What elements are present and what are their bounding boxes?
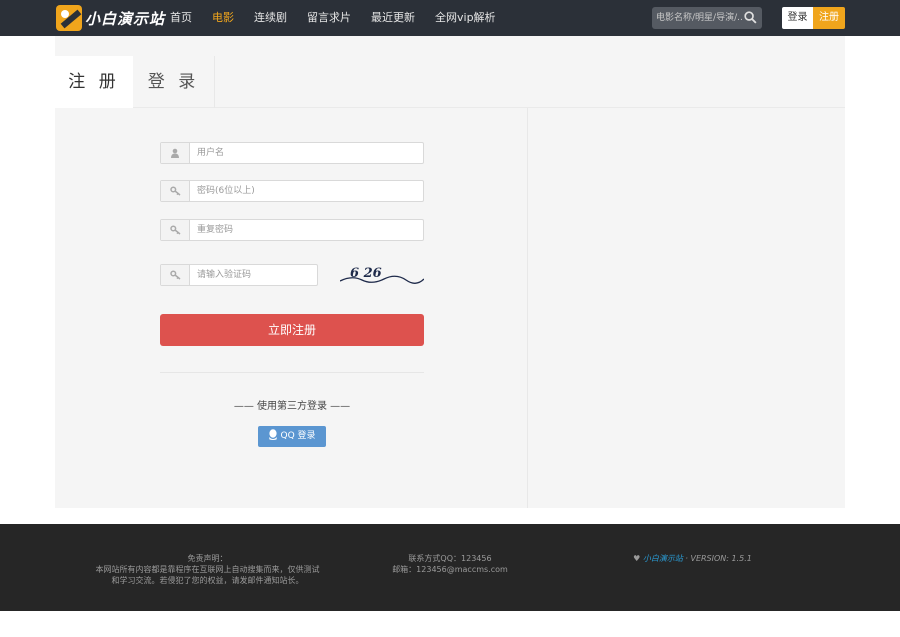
nav-item-home[interactable]: 首页 [170,0,192,36]
contact-qq: 联系方式QQ：123456 [408,554,492,563]
nav-item-movies[interactable]: 电影 [212,0,234,36]
qq-login-label: QQ 登录 [280,431,316,441]
repeat-password-field [160,219,424,241]
site-logo[interactable]: 小白演示站 [56,4,165,32]
contact-email: 邮箱：123456@maccms.com [392,565,508,574]
captcha-text: 6 26 [350,266,382,281]
key-icon [161,220,190,240]
logo-icon [56,5,82,31]
nav-item-vip-parse[interactable]: 全网vip解析 [435,0,496,36]
nav-item-recent[interactable]: 最近更新 [371,0,415,36]
username-field [160,142,424,164]
auth-tabs: 注 册 登 录 [55,56,845,108]
logo-text: 小白演示站 [85,9,166,28]
key-icon [161,265,190,285]
register-submit-button[interactable]: 立即注册 [160,314,424,346]
qq-icon [269,429,278,440]
disclaimer-title: 免责声明： [187,554,228,563]
key-icon [161,181,190,201]
repeat-password-input[interactable] [197,221,417,239]
tab-login[interactable]: 登 录 [133,56,215,108]
footer-contact: 联系方式QQ：123456 邮箱：123456@maccms.com [375,553,525,575]
password-input[interactable] [197,182,417,200]
disclaimer-line-2: 和学习交流。若侵犯了您的权益，请发邮件通知站长。 [111,576,304,585]
search-input[interactable] [656,9,742,27]
disclaimer-line-1: 本网站所有内容都是靠程序在互联网上自动搜集而来，仅供测试 [95,565,320,574]
nav-item-requests[interactable]: 留言求片 [307,0,351,36]
version-text: · VERSION: 1.5.1 [682,554,752,563]
heart-icon: ♥ [633,554,641,563]
captcha-field [160,264,318,286]
header-login-button[interactable]: 登录 [782,7,813,29]
password-field [160,180,424,202]
search-icon[interactable] [744,11,757,24]
user-icon [161,143,190,163]
footer-disclaimer: 免责声明： 本网站所有内容都是靠程序在互联网上自动搜集而来，仅供测试 和学习交流… [90,553,325,586]
captcha-input[interactable] [197,266,312,284]
footer-brand-link[interactable]: 小白演示站 [643,554,683,563]
header-register-button[interactable]: 注册 [813,7,845,29]
panel-divider [527,108,528,508]
tab-register[interactable]: 注 册 [55,56,133,108]
top-navbar: 小白演示站 首页 电影 连续剧 留言求片 最近更新 全网vip解析 登录 注册 [0,0,900,36]
captcha-image[interactable]: 6 26 [340,261,424,289]
footer-version: ♥ 小白演示站 · VERSION: 1.5.1 [620,553,765,564]
nav-item-series[interactable]: 连续剧 [254,0,287,36]
form-divider [160,372,424,373]
username-input[interactable] [197,144,417,162]
qq-login-button[interactable]: QQ 登录 [258,426,326,447]
site-footer: 免责声明： 本网站所有内容都是靠程序在互联网上自动搜集而来，仅供测试 和学习交流… [0,524,900,611]
auth-panel: 注 册 登 录 6 26 立即注册 —— 使用第三方登录 —— QQ 登录 [55,36,845,508]
main-nav: 首页 电影 连续剧 留言求片 最近更新 全网vip解析 [170,0,516,36]
third-party-label: —— 使用第三方登录 —— [233,401,351,412]
search-box [652,7,762,29]
